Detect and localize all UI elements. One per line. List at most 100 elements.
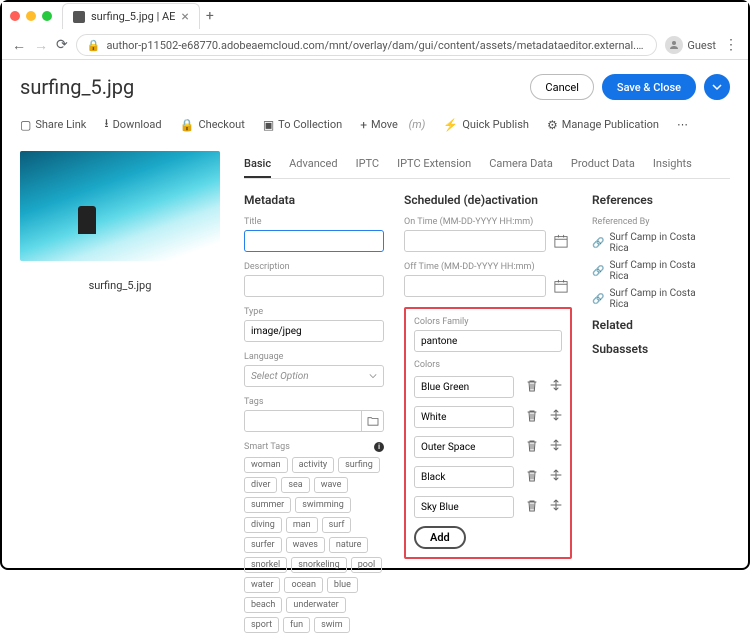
language-select[interactable]: Select Option — [244, 365, 384, 387]
smart-tag[interactable]: woman — [244, 457, 288, 473]
offtime-input[interactable] — [404, 275, 546, 297]
smart-tag[interactable]: waves — [286, 537, 325, 553]
window-controls[interactable] — [10, 11, 52, 21]
tab-camera[interactable]: Camera Data — [489, 151, 553, 178]
color-row — [414, 496, 562, 518]
tab-product[interactable]: Product Data — [571, 151, 635, 178]
quick-publish-button[interactable]: ⚡Quick Publish — [443, 118, 529, 132]
tab-insights[interactable]: Insights — [653, 151, 692, 178]
smart-tag[interactable]: activity — [292, 457, 335, 473]
delete-icon[interactable] — [526, 439, 538, 456]
more-icon[interactable]: ⋯ — [677, 118, 688, 131]
delete-icon[interactable] — [526, 499, 538, 516]
ontime-label: On Time (MM-DD-YYYY HH:mm) — [404, 217, 572, 227]
colors-family-input[interactable] — [414, 330, 562, 352]
drag-handle-icon[interactable] — [550, 499, 562, 515]
smart-tag[interactable]: fun — [283, 617, 310, 633]
tab-iptc-ext[interactable]: IPTC Extension — [397, 151, 471, 178]
type-input[interactable] — [244, 320, 384, 342]
metadata-tabs: Basic Advanced IPTC IPTC Extension Camer… — [244, 151, 730, 179]
download-button[interactable]: ⭳Download — [104, 114, 161, 135]
thumbnail-caption: surfing_5.jpg — [20, 279, 220, 292]
smart-tag[interactable]: nature — [329, 537, 369, 553]
new-tab-button[interactable]: + — [206, 8, 214, 24]
drag-handle-icon[interactable] — [550, 409, 562, 425]
save-button[interactable]: Save & Close — [602, 74, 696, 100]
smart-tag[interactable]: wave — [314, 477, 349, 493]
manage-publication-button[interactable]: ⚙Manage Publication — [547, 118, 659, 132]
folder-icon — [367, 416, 379, 426]
reference-link[interactable]: 🔗Surf Camp in Costa Rica — [592, 288, 712, 310]
back-icon[interactable]: ← — [12, 37, 26, 54]
description-input[interactable] — [244, 275, 384, 297]
browser-tab[interactable]: surfing_5.jpg | AE × — [62, 3, 200, 29]
drag-handle-icon[interactable] — [550, 379, 562, 395]
smart-tag[interactable]: surfer — [244, 537, 282, 553]
move-button[interactable]: +Move (m) — [360, 118, 425, 132]
calendar-icon — [554, 279, 568, 293]
add-color-button[interactable]: Add — [414, 526, 466, 549]
smart-tag[interactable]: swim — [314, 617, 350, 633]
tab-advanced[interactable]: Advanced — [289, 151, 337, 178]
color-input[interactable] — [414, 376, 514, 398]
cancel-button[interactable]: Cancel — [530, 74, 593, 100]
smart-tags-label: Smart Tags — [244, 442, 290, 452]
referenced-by-label: Referenced By — [592, 217, 712, 227]
smart-tag[interactable]: water — [244, 577, 280, 593]
color-input[interactable] — [414, 466, 514, 488]
to-collection-button[interactable]: ▣To Collection — [263, 118, 342, 132]
smart-tag[interactable]: snorkeling — [291, 557, 346, 573]
url-text: author-p11502-e68770.adobeaemcloud.com/m… — [106, 39, 646, 52]
tab-basic[interactable]: Basic — [244, 151, 271, 178]
tags-browse-button[interactable] — [362, 410, 384, 432]
reference-link[interactable]: 🔗Surf Camp in Costa Rica — [592, 260, 712, 282]
ontime-calendar-button[interactable] — [550, 230, 572, 252]
drag-handle-icon[interactable] — [550, 469, 562, 485]
ontime-input[interactable] — [404, 230, 546, 252]
smart-tag[interactable]: sea — [281, 477, 309, 493]
asset-thumbnail[interactable] — [20, 151, 220, 261]
color-row — [414, 406, 562, 428]
smart-tag[interactable]: man — [286, 517, 318, 533]
forward-icon[interactable]: → — [34, 37, 48, 54]
address-bar[interactable]: 🔒 author-p11502-e68770.adobeaemcloud.com… — [76, 34, 658, 56]
smart-tag[interactable]: snorkel — [244, 557, 287, 573]
color-input[interactable] — [414, 496, 514, 518]
tags-input[interactable] — [244, 410, 362, 432]
delete-icon[interactable] — [526, 469, 538, 486]
smart-tag[interactable]: swimming — [295, 497, 351, 513]
title-label: Title — [244, 217, 384, 227]
title-input[interactable] — [244, 230, 384, 252]
smart-tag[interactable]: summer — [244, 497, 291, 513]
delete-icon[interactable] — [526, 379, 538, 396]
share-link-button[interactable]: ▢Share Link — [20, 118, 86, 132]
smart-tag[interactable]: underwater — [286, 597, 345, 613]
collection-icon: ▣ — [263, 118, 274, 132]
colors-section-highlight: Colors Family Colors Add — [404, 307, 572, 559]
smart-tag[interactable]: beach — [244, 597, 282, 613]
kebab-icon[interactable]: ⋮ — [724, 37, 738, 53]
offtime-calendar-button[interactable] — [550, 275, 572, 297]
color-input[interactable] — [414, 406, 514, 428]
reload-icon[interactable]: ⟳ — [56, 37, 68, 53]
tab-iptc[interactable]: IPTC — [356, 151, 380, 178]
smart-tag[interactable]: diver — [244, 477, 277, 493]
smart-tag[interactable]: surf — [322, 517, 352, 533]
smart-tag[interactable]: ocean — [284, 577, 322, 593]
smart-tag[interactable]: sport — [244, 617, 279, 633]
reference-link[interactable]: 🔗Surf Camp in Costa Rica — [592, 232, 712, 254]
smart-tag[interactable]: surfing — [338, 457, 380, 473]
smart-tag[interactable]: blue — [327, 577, 358, 593]
save-dropdown[interactable] — [704, 74, 730, 100]
smart-tag[interactable]: pool — [351, 557, 383, 573]
drag-handle-icon[interactable] — [550, 439, 562, 455]
color-input[interactable] — [414, 436, 514, 458]
checkout-button[interactable]: 🔒Checkout — [180, 118, 245, 132]
delete-icon[interactable] — [526, 409, 538, 426]
info-icon[interactable]: i — [374, 442, 384, 452]
profile-chip[interactable]: Guest — [665, 36, 716, 54]
tags-label: Tags — [244, 397, 384, 407]
close-icon[interactable]: × — [181, 9, 188, 25]
smart-tag[interactable]: diving — [244, 517, 282, 533]
offtime-label: Off Time (MM-DD-YYYY HH:mm) — [404, 262, 572, 272]
